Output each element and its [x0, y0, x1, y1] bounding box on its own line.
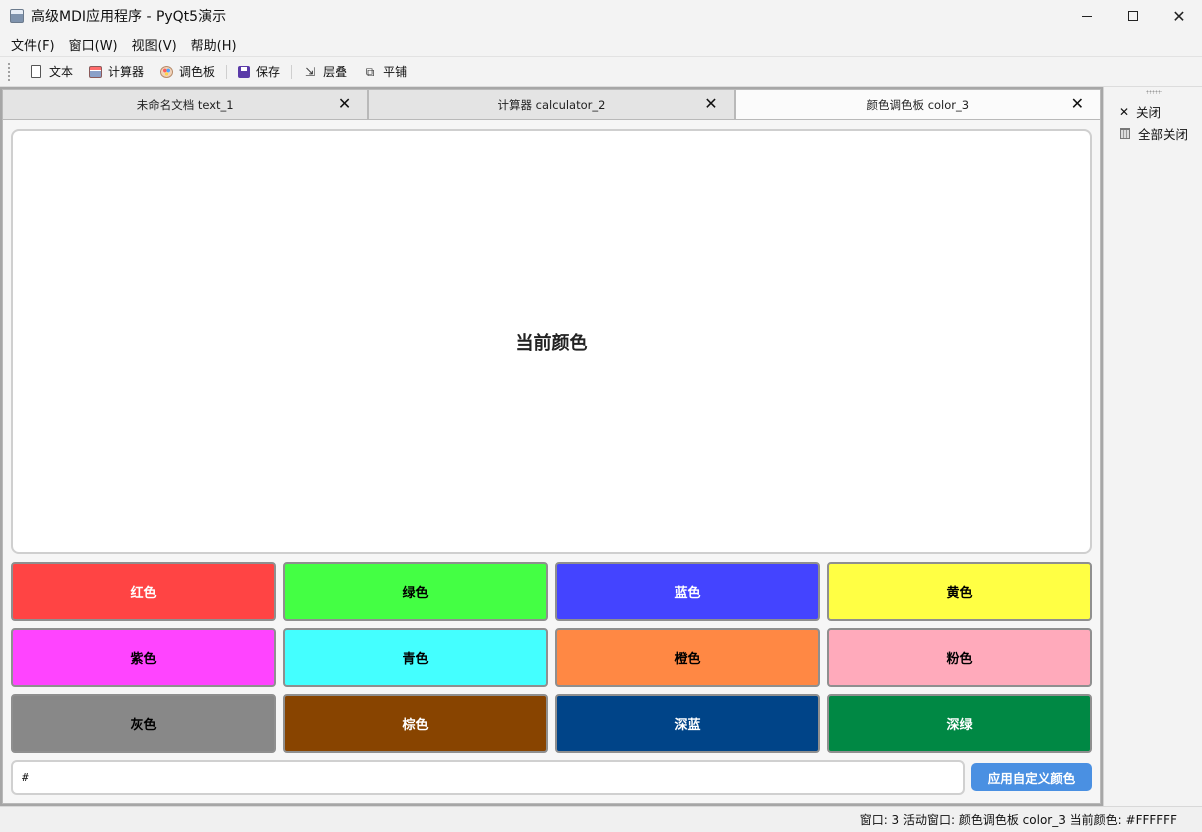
toolbar-separator — [226, 64, 228, 79]
hex-color-input[interactable]: # — [11, 760, 965, 795]
menu-window[interactable]: 窗口(W) — [62, 35, 125, 54]
close-icon: ✕ — [1172, 6, 1186, 26]
color-swatch-button[interactable]: 粉色 — [827, 628, 1092, 687]
close-all-action[interactable]: 全部关闭 — [1118, 124, 1188, 143]
mdi-tab-bar: 未命名文档 text_1 ✕ 计算器 calculator_2 ✕ 颜色调色板 … — [2, 89, 1101, 120]
color-swatch-button[interactable]: 蓝色 — [555, 562, 820, 621]
color-swatch-button[interactable]: 青色 — [283, 628, 548, 687]
close-icon: ✕ — [1118, 104, 1130, 119]
window-title: 高级MDI应用程序 - PyQt5演示 — [31, 9, 227, 25]
menu-bar: 文件(F) 窗口(W) 视图(V) 帮助(H) — [0, 32, 1202, 56]
color-swatch-button[interactable]: 橙色 — [555, 628, 820, 687]
close-window-button[interactable]: ✕ — [1156, 0, 1202, 32]
trash-icon — [1120, 128, 1130, 139]
close-window-action[interactable]: ✕ 关闭 — [1118, 102, 1161, 121]
menu-file[interactable]: 文件(F) — [4, 35, 62, 54]
title-bar: 高级MDI应用程序 - PyQt5演示 ✕ — [0, 0, 1202, 32]
new-calculator-button[interactable]: 计算器 — [81, 59, 152, 85]
apply-custom-color-button[interactable]: 应用自定义颜色 — [971, 763, 1092, 791]
close-tab-icon[interactable]: ✕ — [1071, 96, 1084, 112]
close-tab-icon[interactable]: ✕ — [704, 96, 717, 112]
mdi-area: 未命名文档 text_1 ✕ 计算器 calculator_2 ✕ 颜色调色板 … — [0, 87, 1103, 806]
save-label: 保存 — [256, 65, 281, 79]
tab-text-1[interactable]: 未命名文档 text_1 ✕ — [2, 89, 369, 119]
document-icon — [31, 65, 41, 78]
tab-calculator-2[interactable]: 计算器 calculator_2 ✕ — [368, 89, 735, 119]
window-side-panel: ✕ 关闭 全部关闭 — [1103, 87, 1202, 806]
panel-grip-handle[interactable] — [1146, 90, 1162, 94]
color-palette-subwindow: 当前颜色 红色 绿色 蓝色 黄色紫色 青色 橙色 粉色灰色 棕色 深蓝 深绿 # 应用自定义颜色 — [2, 119, 1101, 804]
app-window-icon — [10, 9, 24, 23]
tab-label: 计算器 calculator_2 — [497, 97, 606, 112]
toolbar-separator — [291, 64, 293, 79]
color-swatch-button[interactable]: 红色 — [11, 562, 276, 621]
new-palette-button[interactable]: 调色板 — [152, 59, 223, 85]
color-swatch-button[interactable]: 棕色 — [283, 694, 548, 753]
color-swatch-button[interactable]: 深蓝 — [555, 694, 820, 753]
custom-color-row: # 应用自定义颜色 — [11, 760, 1092, 796]
cascade-label: 层叠 — [323, 65, 348, 79]
minimize-button[interactable] — [1064, 0, 1110, 32]
calculator-icon — [89, 65, 103, 78]
tile-label: 平铺 — [383, 65, 408, 79]
color-swatch-button[interactable]: 深绿 — [827, 694, 1092, 753]
tab-color-3[interactable]: 颜色调色板 color_3 ✕ — [734, 89, 1101, 120]
close-all-label: 全部关闭 — [1138, 127, 1189, 142]
toolbar: 文本 计算器 调色板 保存 ⇲ 层叠 ⧉ 平铺 — [0, 56, 1202, 87]
new-palette-label: 调色板 — [179, 65, 216, 79]
color-swatch-button[interactable]: 绿色 — [283, 562, 548, 621]
toolbar-grip-handle[interactable] — [7, 61, 11, 82]
tile-icon: ⧉ — [365, 64, 375, 79]
tile-button[interactable]: ⧉ 平铺 — [355, 59, 415, 85]
status-bar: 窗口: 3 活动窗口: 颜色调色板 color_3 当前颜色: #FFFFFF — [0, 806, 1202, 832]
new-text-button[interactable]: 文本 — [21, 59, 81, 85]
status-text: 窗口: 3 活动窗口: 颜色调色板 color_3 当前颜色: #FFFFFF — [859, 813, 1177, 827]
new-text-label: 文本 — [49, 65, 74, 79]
cascade-icon: ⇲ — [305, 64, 316, 79]
menu-help[interactable]: 帮助(H) — [184, 35, 244, 54]
color-swatch-button[interactable]: 紫色 — [11, 628, 276, 687]
maximize-icon — [1128, 11, 1138, 21]
new-calculator-label: 计算器 — [108, 65, 145, 79]
tab-label: 颜色调色板 color_3 — [866, 98, 970, 112]
color-swatch-button[interactable]: 黄色 — [827, 562, 1092, 621]
maximize-button[interactable] — [1110, 0, 1156, 32]
close-tab-icon[interactable]: ✕ — [338, 96, 351, 112]
window-controls: ✕ — [1064, 0, 1202, 32]
tab-label: 未命名文档 text_1 — [136, 97, 234, 112]
save-icon — [238, 65, 251, 78]
color-preview: 当前颜色 — [11, 129, 1092, 554]
menu-view[interactable]: 视图(V) — [125, 35, 184, 54]
color-preview-label: 当前颜色 — [515, 332, 588, 354]
save-button[interactable]: 保存 — [230, 59, 288, 85]
swatch-grid: 红色 绿色 蓝色 黄色紫色 青色 橙色 粉色灰色 棕色 深蓝 深绿 — [11, 562, 1092, 753]
cascade-button[interactable]: ⇲ 层叠 — [295, 59, 355, 85]
minimize-icon — [1082, 15, 1092, 17]
palette-icon — [160, 65, 174, 78]
close-action-label: 关闭 — [1136, 105, 1162, 120]
color-swatch-button[interactable]: 灰色 — [11, 694, 276, 753]
